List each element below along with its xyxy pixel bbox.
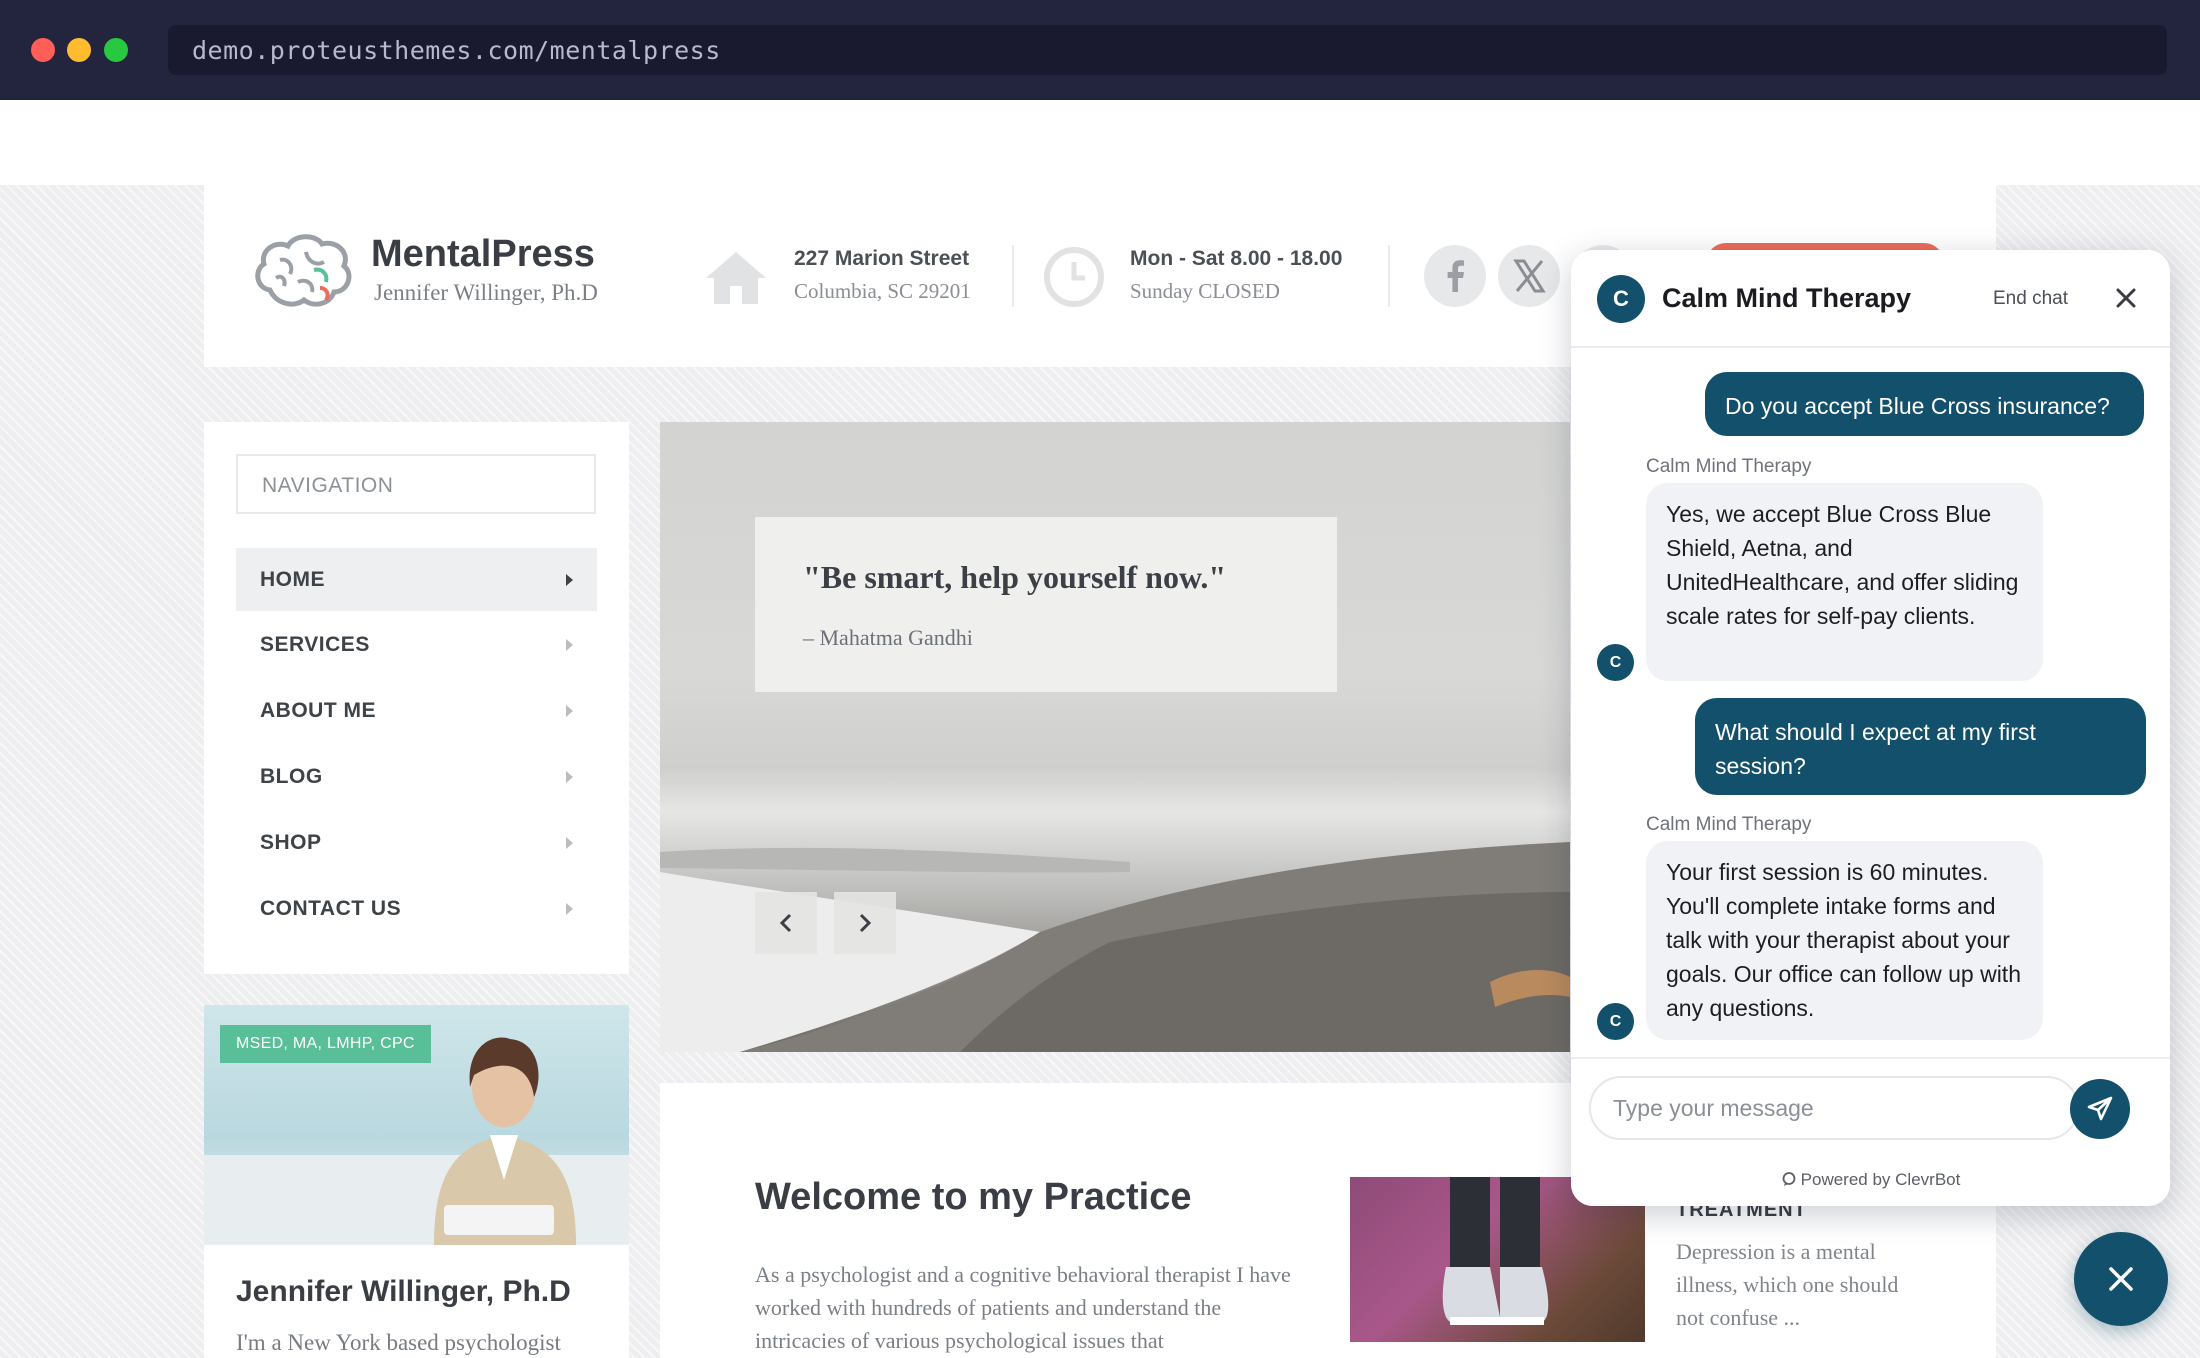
chevron-left-icon: [779, 913, 792, 933]
navigation-heading: NAVIGATION: [262, 474, 394, 497]
nav-item-services[interactable]: SERVICES: [236, 613, 597, 676]
brain-logo-icon[interactable]: [250, 230, 354, 316]
bot-message: Yes, we accept Blue Cross Blue Shield, A…: [1646, 483, 2043, 681]
x-twitter-icon: [1513, 259, 1546, 293]
nav-item-label: ABOUT ME: [260, 699, 376, 722]
nav-item-label: SHOP: [260, 831, 322, 854]
close-icon: [2116, 288, 2136, 308]
address-city: Columbia, SC 29201: [794, 279, 971, 303]
clock-icon: [1044, 247, 1104, 307]
address-bar[interactable]: demo.proteusthemes.com/mentalpress: [168, 25, 2167, 75]
profile-name: Jennifer Willinger, Ph.D: [236, 1275, 571, 1308]
nav-item-blog[interactable]: BLOG: [236, 745, 597, 808]
user-message: Do you accept Blue Cross insurance?: [1705, 372, 2144, 436]
caret-right-icon: [566, 771, 573, 783]
caret-right-icon: [566, 639, 573, 651]
navigation-heading-box: NAVIGATION: [236, 454, 596, 514]
caret-right-icon: [566, 705, 573, 717]
slider-next-button[interactable]: [834, 892, 896, 954]
chat-title: Calm Mind Therapy: [1662, 283, 1912, 313]
facebook-icon: [1447, 260, 1464, 292]
profile-card: MSED, MA, LMHP, CPC Jennifer Willinger, …: [204, 1005, 629, 1358]
powered-by[interactable]: Powered by ClevrBot: [1571, 1170, 2170, 1190]
send-icon: [2087, 1096, 2113, 1121]
chat-widget: C Calm Mind Therapy End chat Do you acce…: [1571, 250, 2170, 1206]
quote-box: "Be smart, help yourself now." – Mahatma…: [755, 517, 1337, 692]
home-icon: [706, 252, 766, 304]
chat-message-input[interactable]: [1589, 1076, 2079, 1140]
treatment-text: Depression is a mental illness, which on…: [1676, 1239, 1899, 1330]
profile-photo: MSED, MA, LMHP, CPC: [204, 1005, 629, 1245]
bot-sender-label: Calm Mind Therapy: [1646, 456, 1812, 477]
nav-item-label: HOME: [260, 568, 325, 591]
nav-item-shop[interactable]: SHOP: [236, 811, 597, 874]
bot-sender-label: Calm Mind Therapy: [1646, 814, 1812, 835]
hours-weekdays: Mon - Sat 8.00 - 18.00: [1130, 247, 1343, 270]
nav-item-about-me[interactable]: ABOUT ME: [236, 679, 597, 742]
close-chat-button[interactable]: [2106, 278, 2146, 318]
brand-name[interactable]: MentalPress: [371, 233, 595, 276]
header-divider: [1388, 245, 1390, 307]
hero-quote: "Be smart, help yourself now.": [803, 559, 1227, 595]
url-text: demo.proteusthemes.com/mentalpress: [192, 36, 721, 65]
navigation-panel: NAVIGATION HOME SERVICES ABOUT ME BLOG S…: [204, 422, 629, 974]
chat-avatar: C: [1597, 275, 1645, 323]
chevron-right-icon: [859, 913, 872, 933]
close-icon: [2109, 1267, 2133, 1291]
chat-bubble-icon: [1782, 1172, 1796, 1186]
hero-quote-author: – Mahatma Gandhi: [803, 625, 973, 650]
minimize-window-icon[interactable]: [67, 38, 91, 62]
chat-input-bar: Powered by ClevrBot: [1571, 1057, 2170, 1206]
nav-item-label: CONTACT US: [260, 897, 402, 920]
end-chat-button[interactable]: End chat: [1993, 288, 2068, 310]
header-divider: [1012, 245, 1014, 307]
close-window-icon[interactable]: [31, 38, 55, 62]
powered-by-text: Powered by ClevrBot: [1800, 1170, 1961, 1189]
credentials-badge: MSED, MA, LMHP, CPC: [220, 1025, 431, 1063]
bot-message: Your first session is 60 minutes. You'll…: [1646, 841, 2043, 1040]
nav-item-label: BLOG: [260, 765, 323, 788]
brand-subtitle: Jennifer Willinger, Ph.D: [374, 280, 598, 305]
bot-avatar: C: [1597, 1003, 1634, 1040]
nav-item-contact-us[interactable]: CONTACT US: [236, 877, 597, 940]
chat-toggle-button[interactable]: [2074, 1232, 2168, 1326]
caret-right-icon: [566, 903, 573, 915]
top-strip: [0, 100, 2200, 185]
facebook-button[interactable]: [1424, 245, 1486, 307]
nav-item-label: SERVICES: [260, 633, 370, 656]
profile-description: I'm a New York based psychologist: [236, 1330, 561, 1355]
chat-header: C Calm Mind Therapy End chat: [1571, 250, 2170, 348]
caret-right-icon: [566, 574, 573, 586]
user-message: What should I expect at my first session…: [1695, 698, 2146, 795]
welcome-text: As a psychologist and a cognitive behavi…: [755, 1262, 1291, 1353]
hours-sunday: Sunday CLOSED: [1130, 279, 1280, 303]
welcome-title: Welcome to my Practice: [755, 1176, 1192, 1218]
send-button[interactable]: [2070, 1079, 2130, 1139]
hero-slider: "Be smart, help yourself now." – Mahatma…: [660, 422, 1570, 1052]
x-twitter-button[interactable]: [1498, 245, 1560, 307]
maximize-window-icon[interactable]: [104, 38, 128, 62]
address-street: 227 Marion Street: [794, 247, 970, 270]
browser-chrome: demo.proteusthemes.com/mentalpress: [0, 0, 2200, 100]
nav-item-home[interactable]: HOME: [236, 548, 597, 611]
bot-avatar: C: [1597, 644, 1634, 681]
caret-right-icon: [566, 837, 573, 849]
slider-prev-button[interactable]: [755, 892, 817, 954]
